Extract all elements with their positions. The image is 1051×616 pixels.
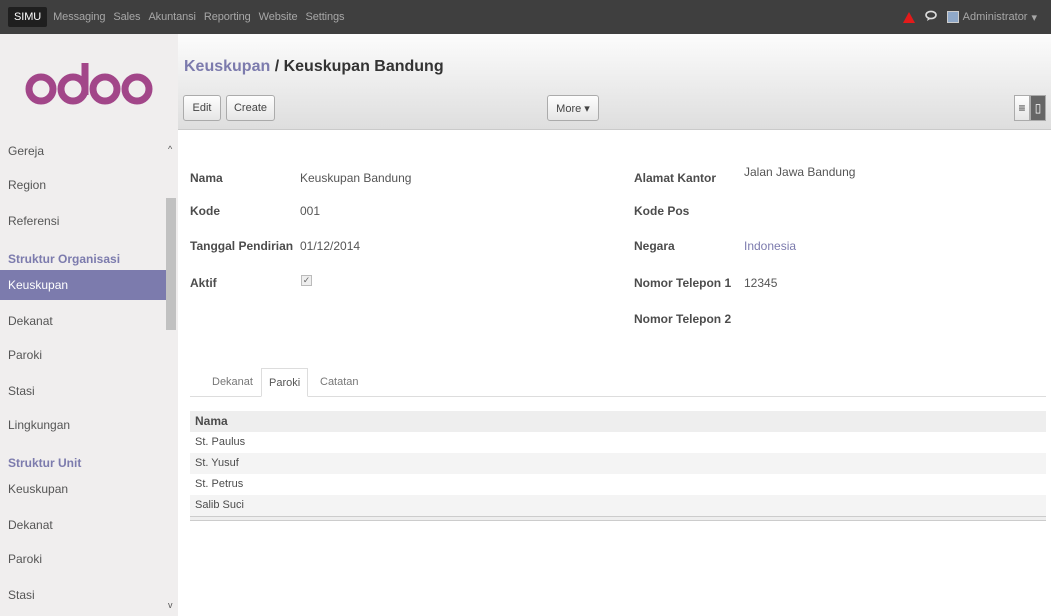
sidebar-item-gereja[interactable]: Gereja bbox=[0, 136, 166, 166]
scrollbar-thumb[interactable] bbox=[166, 198, 176, 330]
notebook-tabs: Dekanat Paroki Catatan bbox=[190, 368, 1046, 397]
label-negara: Negara bbox=[634, 239, 675, 253]
label-kode: Kode bbox=[190, 204, 220, 218]
label-nomor-telepon-1: Nomor Telepon 1 bbox=[634, 276, 732, 290]
chat-icon[interactable] bbox=[924, 10, 937, 24]
sidebar-menu: Gereja Region Referensi Struktur Organis… bbox=[0, 134, 178, 616]
sidebar-item-paroki[interactable]: Paroki bbox=[0, 340, 166, 370]
odoo-logo-image bbox=[25, 63, 153, 105]
menu-simu[interactable]: SIMU bbox=[8, 7, 48, 27]
paroki-table: Nama St. Paulus St. Yusuf St. Petrus Sal… bbox=[190, 411, 1046, 521]
more-button[interactable]: More ▾ bbox=[547, 95, 599, 121]
sidebar: Gereja Region Referensi Struktur Organis… bbox=[0, 34, 178, 616]
sidebar-heading-struktur-unit: Struktur Unit bbox=[8, 456, 82, 470]
breadcrumb: Keuskupan / Keuskupan Bandung bbox=[184, 58, 444, 76]
menu-website[interactable]: Website bbox=[255, 11, 302, 23]
control-panel: Keuskupan / Keuskupan Bandung Edit Creat… bbox=[178, 34, 1051, 130]
form-sheet: Nama Keuskupan Bandung Kode 001 Tanggal … bbox=[178, 131, 1051, 616]
topbar-right: Administrator ▾ bbox=[902, 10, 1051, 24]
list-view-icon[interactable]: ≡ bbox=[1014, 95, 1030, 121]
sidebar-scrollbar[interactable]: ^ v bbox=[166, 134, 178, 616]
value-alamat-kantor: Jalan Jawa Bandung bbox=[744, 165, 856, 179]
sidebar-item-referensi[interactable]: Referensi bbox=[0, 206, 166, 236]
label-nama: Nama bbox=[190, 171, 223, 185]
breadcrumb-parent[interactable]: Keuskupan bbox=[184, 58, 270, 75]
label-tanggal-pendirian: Tanggal Pendirian bbox=[190, 239, 294, 253]
edit-button[interactable]: Edit bbox=[183, 95, 221, 121]
tab-catatan[interactable]: Catatan bbox=[320, 368, 359, 397]
aktif-checkbox[interactable]: ✓ bbox=[301, 275, 312, 286]
user-menu[interactable]: Administrator ▾ bbox=[946, 11, 1037, 24]
table-row[interactable]: St. Paulus bbox=[190, 432, 1046, 453]
value-nama: Keuskupan Bandung bbox=[300, 171, 412, 185]
main-menu: SIMU Messaging Sales Akuntansi Reporting… bbox=[0, 7, 348, 27]
breadcrumb-current: Keuskupan Bandung bbox=[283, 58, 444, 75]
value-negara-link[interactable]: Indonesia bbox=[744, 239, 796, 253]
value-tanggal-pendirian: 01/12/2014 bbox=[300, 239, 361, 253]
table-footer bbox=[190, 516, 1046, 521]
form-view-icon[interactable]: ▯ bbox=[1030, 95, 1046, 121]
tab-paroki[interactable]: Paroki bbox=[261, 368, 309, 397]
label-alamat-kantor: Alamat Kantor bbox=[634, 171, 717, 185]
sidebar-item-region[interactable]: Region bbox=[0, 170, 166, 200]
sidebar-item-unit-stasi[interactable]: Stasi bbox=[0, 580, 166, 610]
scroll-up-icon[interactable]: ^ bbox=[168, 144, 172, 154]
menu-reporting[interactable]: Reporting bbox=[200, 11, 255, 23]
label-kode-pos: Kode Pos bbox=[634, 204, 690, 218]
label-nomor-telepon-2: Nomor Telepon 2 bbox=[634, 312, 732, 326]
sidebar-item-unit-keuskupan[interactable]: Keuskupan bbox=[0, 474, 166, 504]
scroll-down-icon[interactable]: v bbox=[168, 600, 173, 610]
sidebar-item-lingkungan[interactable]: Lingkungan bbox=[0, 410, 166, 440]
sidebar-item-stasi[interactable]: Stasi bbox=[0, 376, 166, 406]
chevron-down-icon: ▾ bbox=[1031, 11, 1037, 24]
sidebar-item-unit-paroki[interactable]: Paroki bbox=[0, 544, 166, 574]
odoo-logo[interactable] bbox=[0, 34, 178, 134]
label-aktif: Aktif bbox=[190, 276, 217, 290]
menu-akuntansi[interactable]: Akuntansi bbox=[144, 11, 199, 23]
view-switcher: ≡ ▯ bbox=[1014, 95, 1046, 121]
table-row[interactable]: St. Petrus bbox=[190, 474, 1046, 495]
sidebar-item-unit-dekanat[interactable]: Dekanat bbox=[0, 510, 166, 540]
sidebar-item-keuskupan[interactable]: Keuskupan bbox=[0, 270, 166, 300]
menu-settings[interactable]: Settings bbox=[302, 11, 349, 23]
table-header-nama[interactable]: Nama bbox=[190, 411, 1046, 432]
tab-dekanat[interactable]: Dekanat bbox=[212, 368, 253, 397]
menu-messaging[interactable]: Messaging bbox=[49, 11, 109, 23]
sidebar-item-dekanat[interactable]: Dekanat bbox=[0, 306, 166, 336]
top-menu-bar: SIMU Messaging Sales Akuntansi Reporting… bbox=[0, 0, 1051, 34]
create-button[interactable]: Create bbox=[226, 95, 275, 121]
menu-sales[interactable]: Sales bbox=[109, 11, 144, 23]
breadcrumb-separator: / bbox=[270, 58, 284, 75]
table-row[interactable]: Salib Suci bbox=[190, 495, 1046, 516]
table-row[interactable]: St. Yusuf bbox=[190, 453, 1046, 474]
avatar bbox=[946, 11, 959, 23]
value-kode: 001 bbox=[300, 204, 321, 218]
warning-icon[interactable] bbox=[902, 11, 915, 23]
value-nomor-telepon-1: 12345 bbox=[744, 276, 778, 290]
user-name: Administrator bbox=[962, 11, 1028, 23]
sidebar-heading-struktur-organisasi: Struktur Organisasi bbox=[8, 252, 121, 266]
